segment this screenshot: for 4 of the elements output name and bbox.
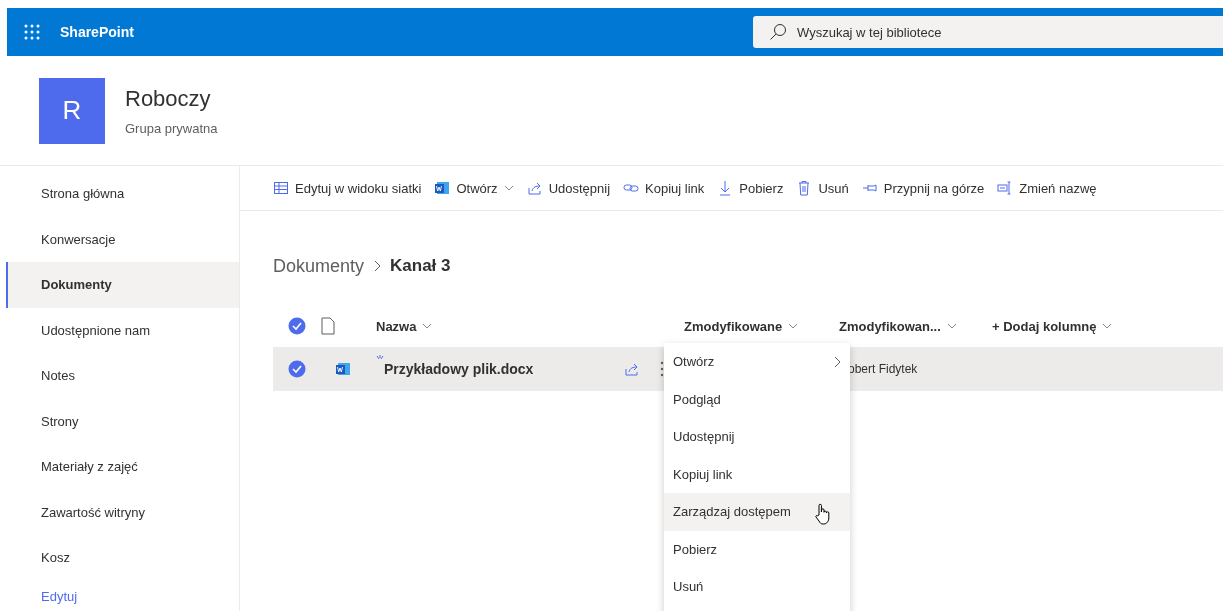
site-subtitle: Grupa prywatna: [125, 120, 218, 136]
site-title: Roboczy: [125, 85, 212, 112]
site-logo: R: [39, 77, 105, 144]
breadcrumb-item: Kanał 3: [390, 256, 451, 276]
